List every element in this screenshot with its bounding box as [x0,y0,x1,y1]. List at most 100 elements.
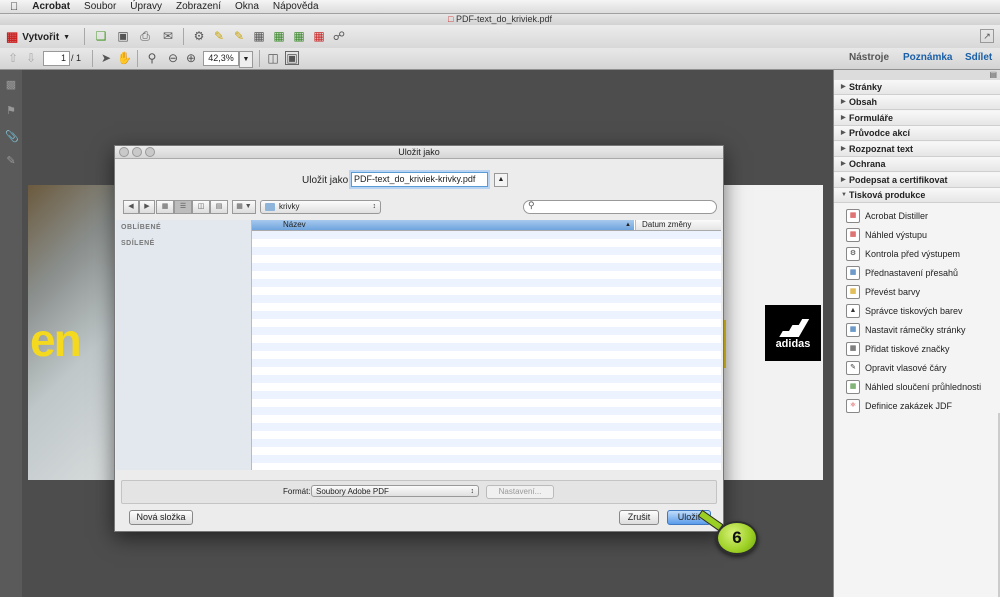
forms-icon[interactable]: ▦ [292,29,306,43]
column-name[interactable]: Název ▲ [252,220,634,230]
tool-spravce-tiskovych-barev[interactable]: ▲ Správce tiskových barev [846,302,996,320]
tool-nastavit-ramecky-stranky[interactable]: ▦ Nastavit rámečky stránky [846,321,996,339]
hand-icon[interactable]: ✋ [117,51,132,65]
printer-marks-icon: ▦ [846,342,860,356]
page-number-input[interactable]: 1 [43,51,70,66]
menu-zobrazeni[interactable]: Zobrazení [169,1,228,12]
settings-button[interactable]: Nastavení... [486,485,554,499]
preflight-icon[interactable]: ▦ [312,29,326,43]
create-button[interactable]: ▦ Vytvořit ▼ [6,29,70,45]
highlight-icon[interactable]: ✎ [232,29,246,43]
coverflow-view-button[interactable]: ▤ [210,200,228,214]
menu-soubor[interactable]: Soubor [77,1,123,12]
menu-upravy[interactable]: Úpravy [123,1,169,12]
output-preview-icon: ▦ [846,228,860,242]
next-page-icon[interactable]: ⇩ [24,51,38,65]
window-title-text: PDF-text_do_kriviek.pdf [455,14,552,24]
sidebar-header-shared[interactable]: SDÍLENÉ [121,240,155,247]
search-input[interactable]: ⚲ [523,200,717,214]
apple-icon[interactable]:  [0,1,25,13]
tool-prevest-barvy[interactable]: ▦ Převést barvy [846,283,996,301]
zoom-level-input[interactable]: 42,3% [203,51,239,66]
comment-icon[interactable]: ✎ [212,29,226,43]
page-total: / 1 [71,53,82,63]
pane-options-icon[interactable]: ▤ [989,70,997,79]
combine-icon[interactable]: ▦ [272,29,286,43]
main-toolbar: ▦ Vytvořit ▼ ❑ ▣ ⎙ ✉ ⚙ ✎ ✎ ▦ ▦ ▦ ▦ ☍ ↗ [0,25,1000,49]
column-date-modified[interactable]: Datum změny [635,220,721,230]
signature-icon[interactable]: ✎ [5,154,17,167]
dialog-title: Uložit jako [398,147,440,157]
gear-icon[interactable]: ⚙ [192,29,206,43]
minimize-icon[interactable] [132,147,142,157]
navigation-toolbar: ⇧ ⇩ 1 / 1 ➤ ✋ ⚲ ⊖ ⊕ 42,3% ▼ ◫ ▣ Nástroje… [0,48,1000,70]
list-row-stripe [252,247,721,255]
tool-acrobat-distiller[interactable]: ▦ Acrobat Distiller [846,207,996,225]
filename-input[interactable]: PDF-text_do_kriviek-krivky.pdf [351,172,488,187]
page-thumbnails-icon[interactable]: ▩ [5,78,17,91]
zoom-dropdown[interactable]: ▼ [239,51,253,68]
triangle-right-icon: ▶ [841,177,846,183]
email-icon[interactable]: ✉ [161,29,175,43]
cancel-button[interactable]: Zrušit [619,510,659,525]
fit-width-icon[interactable]: ◫ [266,51,280,65]
list-row-stripe [252,455,721,463]
section-rozpoznat-text[interactable]: ▶ Rozpoznat text [834,142,1000,157]
format-dropdown[interactable]: Soubory Adobe PDF ↕ [311,485,479,497]
expand-icon[interactable]: ↗ [980,29,994,43]
tool-nahled-slouceni-pruhlednosti[interactable]: ▦ Náhled sloučení průhlednosti [846,378,996,396]
select-cursor-icon[interactable]: ➤ [99,51,113,65]
folder-dropdown[interactable]: krivky ↕ [260,200,381,214]
save-icon[interactable]: ▣ [116,29,130,43]
section-podepsat[interactable]: ▶ Podepsat a certifikovat [834,173,1000,188]
section-stranky[interactable]: ▶ Stránky [834,80,1000,95]
tab-poznamka[interactable]: Poznámka [903,52,952,63]
zoom-in-icon[interactable]: ⊕ [184,51,198,65]
new-folder-button[interactable]: Nová složka [129,510,193,525]
share-icon[interactable]: ☍ [332,29,346,43]
section-formulare[interactable]: ▶ Formuláře [834,111,1000,126]
menu-napoveda[interactable]: Nápověda [266,1,326,12]
menu-app[interactable]: Acrobat [25,1,77,12]
prev-page-icon[interactable]: ⇧ [6,51,20,65]
tool-opravit-vlasove-cary[interactable]: ✎ Opravit vlasové čáry [846,359,996,377]
section-obsah[interactable]: ▶ Obsah [834,95,1000,110]
triangle-right-icon: ▶ [841,146,846,152]
tool-kontrola-pred-vystupem[interactable]: ⚙ Kontrola před výstupem [846,245,996,263]
stamp-icon[interactable]: ▦ [252,29,266,43]
expand-dialog-button[interactable]: ▲ [494,173,508,187]
create-icon: ▦ [6,29,19,44]
grid-icon: ▦ [161,203,169,210]
zoom-icon[interactable] [145,147,155,157]
tool-nahled-vystupu[interactable]: ▦ Náhled výstupu [846,226,996,244]
section-tiskova-produkce[interactable]: ▼ Tisková produkce [834,188,1000,203]
folder-name: krivky [279,202,300,211]
arrange-button[interactable]: ▦ ▼ [232,200,256,214]
fit-page-icon[interactable]: ▣ [285,51,299,65]
icon-view-button[interactable]: ▦ [156,200,174,214]
attachment-icon[interactable]: 📎 [5,130,19,143]
tool-definice-zakazek-jdf[interactable]: ⚛ Definice zakázek JDF [846,397,996,415]
toolbar-separator [137,50,138,67]
list-view-button[interactable]: ☰ [174,200,192,214]
back-button[interactable]: ◀ [123,200,139,214]
section-ochrana[interactable]: ▶ Ochrana [834,157,1000,172]
tool-pridat-tiskove-znacky[interactable]: ▦ Přidat tiskové značky [846,340,996,358]
sidebar-header-favorites[interactable]: OBLÍBENÉ [121,224,161,231]
list-row-stripe [252,279,721,287]
zoom-out-icon[interactable]: ⊖ [166,51,180,65]
chevron-down-icon: ▼ [63,33,71,41]
tab-nastroje[interactable]: Nástroje [849,52,889,63]
close-icon[interactable] [119,147,129,157]
tool-prednastaveni-presahu[interactable]: ▦ Přednastavení přesahů [846,264,996,282]
zoom-marquee-icon[interactable]: ⚲ [145,51,159,65]
column-view-button[interactable]: ◫ [192,200,210,214]
bookmark-icon[interactable]: ⚑ [5,104,17,117]
tab-sdilet[interactable]: Sdílet [965,52,992,63]
menu-okna[interactable]: Okna [228,1,266,12]
print-icon[interactable]: ⎙ [138,29,152,43]
section-pruvodce-akci[interactable]: ▶ Průvodce akcí [834,126,1000,141]
open-icon[interactable]: ❑ [94,29,108,43]
file-list[interactable]: Název ▲ Datum změny [252,220,721,470]
forward-button[interactable]: ▶ [139,200,155,214]
